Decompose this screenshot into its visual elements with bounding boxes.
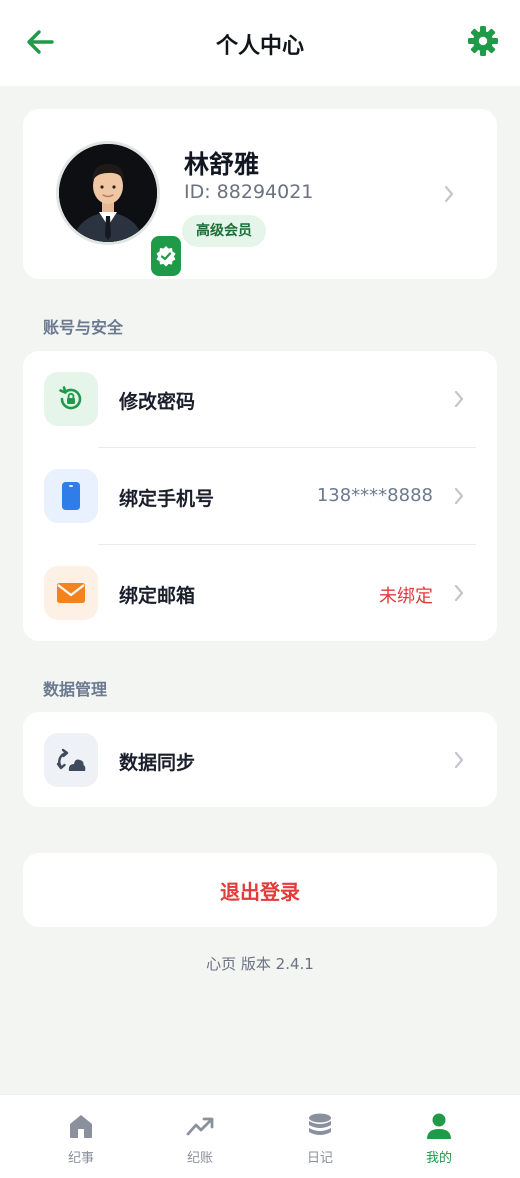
tab-label: 纪事 <box>67 1151 94 1166</box>
section-title-account: 账号与安全 <box>43 318 124 337</box>
trend-icon <box>186 1117 214 1136</box>
tab-riji[interactable]: 日记 <box>255 1095 385 1178</box>
item-label: 绑定邮箱 <box>119 585 196 607</box>
email-status: 未绑定 <box>379 586 433 607</box>
item-label: 绑定手机号 <box>119 488 215 510</box>
chevron-right-icon <box>454 487 464 505</box>
settings-button[interactable] <box>466 24 500 58</box>
list-item-change-password[interactable]: 修改密码 <box>23 351 497 447</box>
password-reset-icon <box>44 372 98 426</box>
chevron-right-icon <box>454 390 464 408</box>
account-security-card: 修改密码 绑定手机号 138****8888 绑定邮箱 未绑定 <box>23 351 497 641</box>
version-text: 心页 版本 2.4.1 <box>206 955 314 973</box>
chevron-right-icon <box>454 584 464 602</box>
chevron-right-icon <box>454 751 464 769</box>
logout-button[interactable]: 退出登录 <box>23 853 497 927</box>
avatar <box>56 141 184 279</box>
phone-icon <box>44 469 98 523</box>
phone-value: 138****8888 <box>316 485 433 506</box>
chevron-right-icon <box>444 185 454 203</box>
top-bar: 个人中心 <box>0 0 520 86</box>
page-title: 个人中心 <box>215 34 304 59</box>
mail-icon <box>44 566 98 620</box>
tab-jishi[interactable]: 纪事 <box>16 1095 146 1178</box>
tab-jizhang[interactable]: 纪账 <box>135 1095 265 1178</box>
section-title-data: 数据管理 <box>43 680 108 699</box>
tab-label: 日记 <box>306 1151 333 1166</box>
list-item-bind-phone[interactable]: 绑定手机号 138****8888 <box>23 448 497 544</box>
home-icon <box>70 1115 92 1138</box>
tab-label: 我的 <box>425 1151 452 1166</box>
coin-stack-icon <box>309 1113 331 1135</box>
profile-name: 林舒雅 <box>184 150 260 179</box>
tab-label: 纪账 <box>186 1151 213 1166</box>
item-label: 数据同步 <box>119 752 196 774</box>
member-badge: 高级会员 <box>182 215 266 247</box>
bottom-tab-bar: 纪事 纪账 日记 我的 <box>0 1094 520 1178</box>
data-management-card: 数据同步 <box>23 712 497 807</box>
list-item-data-sync[interactable]: 数据同步 <box>23 712 497 807</box>
profile-id: ID: 88294021 <box>184 181 314 203</box>
logout-label: 退出登录 <box>220 879 300 904</box>
cloud-sync-icon <box>44 733 98 787</box>
verified-check-icon <box>148 233 184 279</box>
user-icon <box>427 1113 451 1139</box>
avatar-image <box>59 144 157 242</box>
tab-mine[interactable]: 我的 <box>374 1095 504 1178</box>
profile-card[interactable]: 林舒雅 ID: 88294021 高级会员 <box>23 109 497 279</box>
gear-icon <box>468 26 498 56</box>
list-item-bind-email[interactable]: 绑定邮箱 未绑定 <box>23 545 497 641</box>
item-label: 修改密码 <box>119 391 196 413</box>
